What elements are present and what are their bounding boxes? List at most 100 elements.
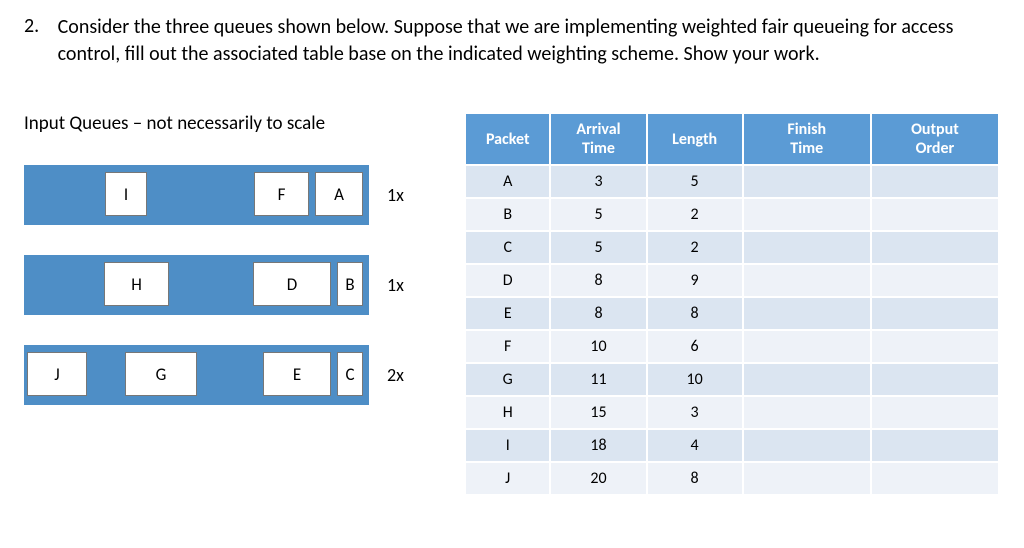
th-finish: Finish Time — [743, 113, 871, 165]
cell-length: 8 — [647, 462, 743, 495]
cell-finish — [743, 429, 871, 462]
cell-order — [871, 396, 999, 429]
cell-arrival: 5 — [550, 231, 646, 264]
queues-caption: Input Queues – not necessarily to scale — [24, 112, 464, 135]
table-row: C52 — [465, 231, 999, 264]
cell-arrival: 5 — [550, 198, 646, 231]
queue-3-weight: 2x — [387, 364, 404, 386]
cell-length: 5 — [647, 165, 743, 198]
th-finish-label-2: Time — [752, 139, 862, 158]
cell-order — [871, 363, 999, 396]
table-row: J208 — [465, 462, 999, 495]
table-row: H153 — [465, 396, 999, 429]
th-length-label: Length — [672, 130, 717, 149]
packet-box-c: C — [337, 352, 363, 396]
cell-arrival: 3 — [550, 165, 646, 198]
packet-box-f: F — [254, 172, 309, 216]
cell-length: 4 — [647, 429, 743, 462]
cell-order — [871, 429, 999, 462]
cell-arrival: 8 — [550, 297, 646, 330]
cell-order — [871, 330, 999, 363]
cell-finish — [743, 330, 871, 363]
table-row: E88 — [465, 297, 999, 330]
th-order-label-2: Order — [880, 139, 990, 158]
queue-1: I F A — [24, 165, 369, 225]
packet-box-e: E — [263, 352, 331, 396]
table-row: A35 — [465, 165, 999, 198]
packet-box-i: I — [105, 172, 147, 216]
cell-packet: C — [465, 231, 550, 264]
th-order: Output Order — [871, 113, 999, 165]
wfq-table: Packet Arrival Time Length Finish Time — [464, 112, 1000, 496]
queue-1-weight: 1x — [387, 184, 404, 206]
cell-finish — [743, 462, 871, 495]
cell-order — [871, 297, 999, 330]
th-arrival-label-2: Time — [559, 139, 637, 158]
table-row: F106 — [465, 330, 999, 363]
queue-row-2: H D B 1x — [24, 255, 464, 315]
th-order-label-1: Output — [911, 120, 959, 139]
cell-length: 6 — [647, 330, 743, 363]
packet-box-a: A — [315, 172, 363, 216]
table-panel: Packet Arrival Time Length Finish Time — [464, 112, 1000, 496]
cell-length: 3 — [647, 396, 743, 429]
page: 2. Consider the three queues shown below… — [0, 0, 1024, 496]
packet-box-b: B — [337, 262, 363, 306]
wfq-tbody: A35B52C52D89E88F106G1110H153I184J208 — [465, 165, 999, 495]
cell-packet: I — [465, 429, 550, 462]
packet-box-g: G — [125, 352, 197, 396]
cell-arrival: 8 — [550, 264, 646, 297]
cell-order — [871, 462, 999, 495]
th-length: Length — [647, 113, 743, 165]
th-packet-label: Packet — [486, 130, 530, 149]
cell-packet: A — [465, 165, 550, 198]
cell-length: 8 — [647, 297, 743, 330]
cell-order — [871, 231, 999, 264]
cell-finish — [743, 165, 871, 198]
queue-2: H D B — [24, 255, 369, 315]
table-row: G1110 — [465, 363, 999, 396]
cell-finish — [743, 363, 871, 396]
th-packet: Packet — [465, 113, 550, 165]
cell-packet: H — [465, 396, 550, 429]
question-number: 2. — [24, 14, 54, 38]
cell-order — [871, 264, 999, 297]
packet-box-d: D — [253, 262, 331, 306]
question-block: 2. Consider the three queues shown below… — [24, 14, 1000, 68]
th-arrival-label-1: Arrival — [576, 120, 620, 139]
cell-packet: J — [465, 462, 550, 495]
cell-arrival: 10 — [550, 330, 646, 363]
packet-box-h: H — [104, 262, 169, 306]
cell-finish — [743, 297, 871, 330]
queue-row-1: I F A 1x — [24, 165, 464, 225]
queue-row-3: J G E C 2x — [24, 345, 464, 405]
queue-2-weight: 1x — [387, 274, 404, 296]
cell-arrival: 15 — [550, 396, 646, 429]
cell-finish — [743, 264, 871, 297]
cell-packet: F — [465, 330, 550, 363]
cell-arrival: 20 — [550, 462, 646, 495]
cell-length: 2 — [647, 198, 743, 231]
queue-3: J G E C — [24, 345, 369, 405]
th-finish-label-1: Finish — [787, 120, 826, 139]
content-row: Input Queues – not necessarily to scale … — [24, 112, 1000, 496]
table-row: I184 — [465, 429, 999, 462]
cell-arrival: 18 — [550, 429, 646, 462]
th-arrival: Arrival Time — [550, 113, 646, 165]
packet-box-j: J — [27, 352, 87, 396]
cell-length: 2 — [647, 231, 743, 264]
cell-finish — [743, 396, 871, 429]
cell-packet: D — [465, 264, 550, 297]
cell-packet: G — [465, 363, 550, 396]
table-row: D89 — [465, 264, 999, 297]
cell-finish — [743, 198, 871, 231]
queues-panel: Input Queues – not necessarily to scale … — [24, 112, 464, 405]
cell-length: 10 — [647, 363, 743, 396]
question-text: Consider the three queues shown below. S… — [58, 14, 978, 68]
cell-order — [871, 165, 999, 198]
cell-packet: B — [465, 198, 550, 231]
cell-packet: E — [465, 297, 550, 330]
cell-length: 9 — [647, 264, 743, 297]
cell-finish — [743, 231, 871, 264]
cell-arrival: 11 — [550, 363, 646, 396]
